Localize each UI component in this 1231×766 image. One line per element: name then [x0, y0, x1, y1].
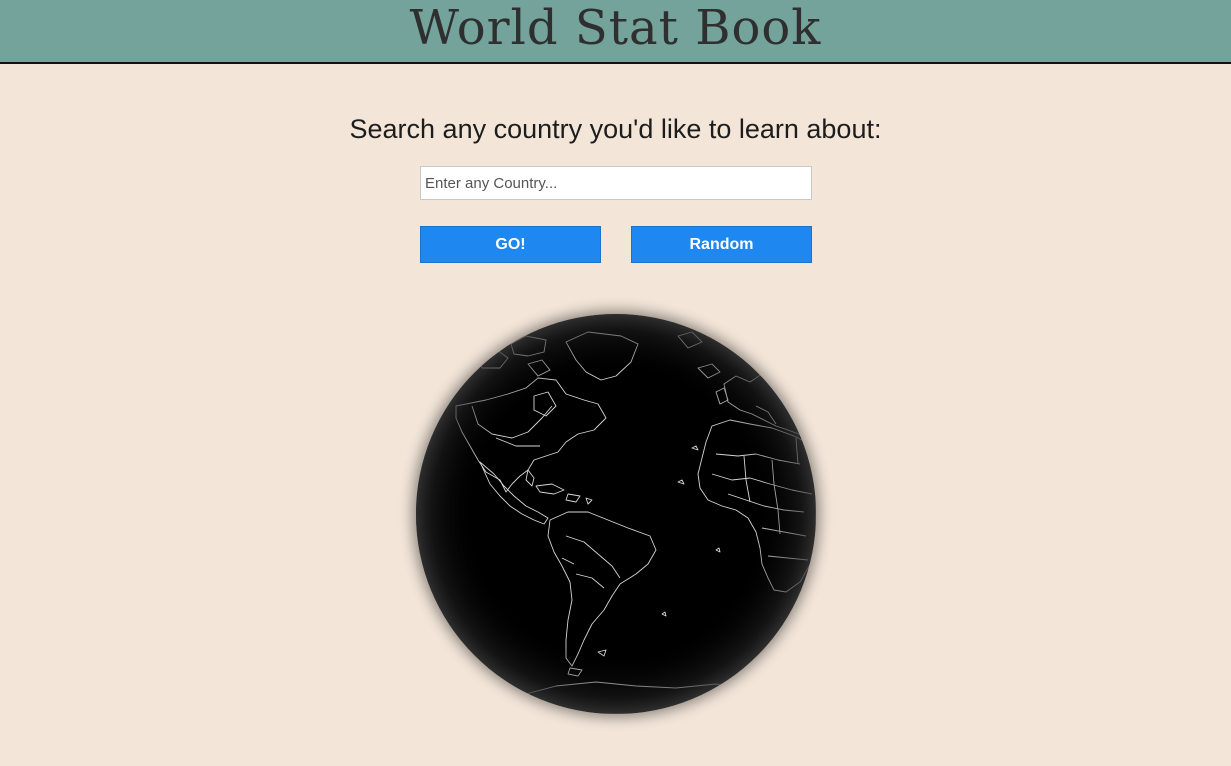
site-title: World Stat Book [409, 0, 822, 56]
country-search-input[interactable] [420, 166, 812, 200]
search-prompt: Search any country you'd like to learn a… [349, 114, 882, 144]
globe-icon [416, 314, 816, 714]
site-header: World Stat Book [0, 0, 1231, 64]
world-globe[interactable] [416, 314, 816, 714]
random-button[interactable]: Random [631, 226, 812, 263]
go-button[interactable]: GO! [420, 226, 601, 263]
